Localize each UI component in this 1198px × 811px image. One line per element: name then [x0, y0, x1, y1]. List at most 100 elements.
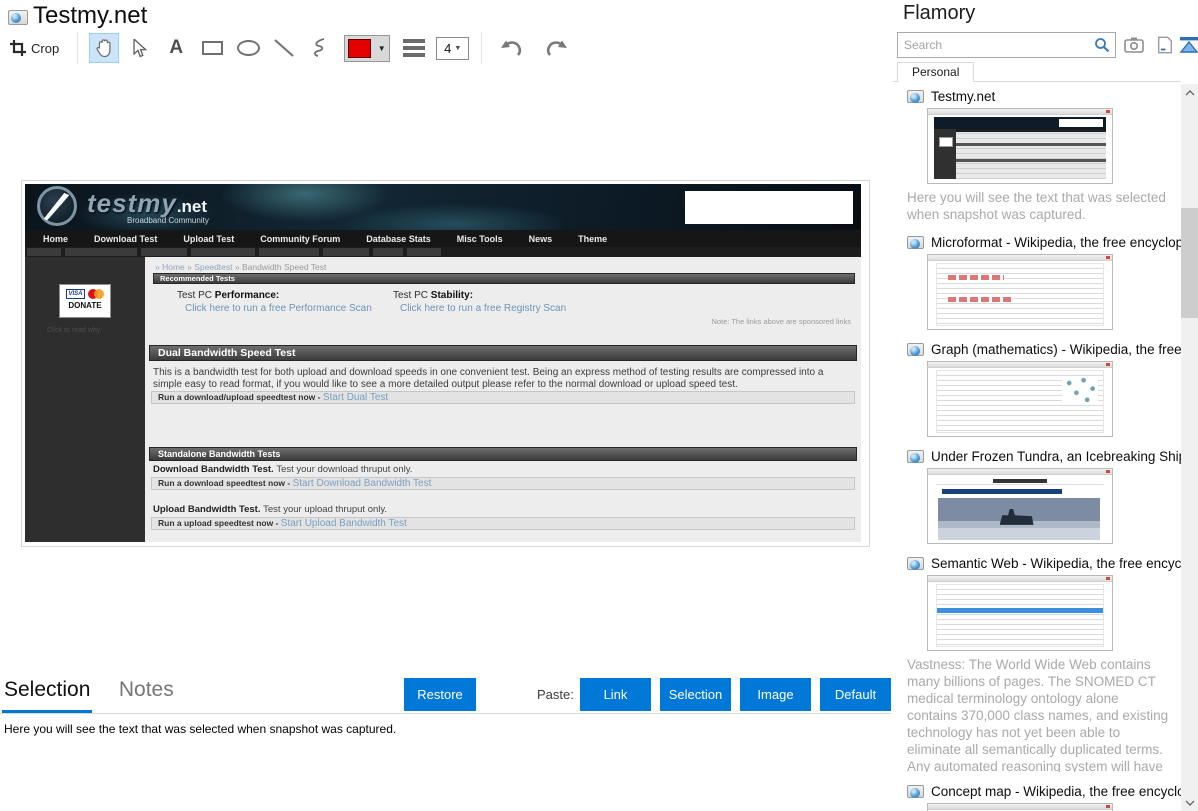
annotation-toolbar: Crop A ▼ 4 ▼ — [8, 30, 574, 66]
thumb-browser-chrome — [928, 804, 1112, 810]
tab-notes[interactable]: Notes — [119, 678, 174, 701]
paste-selection-button[interactable]: Selection — [660, 678, 731, 711]
list-item-title[interactable]: Under Frozen Tundra, an Icebreaking Ship… — [931, 449, 1181, 464]
snapshot-canvas[interactable]: testmy.net Broadband Community Home Down… — [21, 180, 870, 547]
scroll-up-button[interactable] — [1181, 84, 1198, 101]
size-dropdown[interactable]: 4 ▼ — [436, 36, 470, 60]
line-width-icon — [403, 39, 426, 57]
line-width-button[interactable] — [399, 33, 429, 63]
list-item-title[interactable]: Graph (mathematics) - Wikipedia, the fre… — [931, 342, 1181, 357]
flamory-panel: Flamory Personal Testmy.net Here you wil… — [893, 0, 1198, 811]
paste-link-button[interactable]: Link — [580, 678, 651, 711]
restore-button[interactable]: Restore — [404, 678, 476, 711]
tab-selection[interactable]: Selection — [4, 678, 90, 701]
scrollbar-thumb[interactable] — [1181, 208, 1198, 318]
blank-ad-box — [685, 191, 853, 224]
site-nav-news: News — [528, 233, 553, 244]
dual-run-bar: Run a download/upload speedtest now - St… — [151, 391, 855, 404]
scribble-tool-button[interactable] — [305, 33, 335, 63]
ellipse-icon — [236, 40, 260, 56]
site-nav-database-stats: Database Stats — [366, 233, 431, 244]
chevron-down-icon: ▼ — [454, 44, 462, 52]
start-upload-test-link: Start Upload Bandwidth Test — [280, 518, 407, 529]
paste-image-button[interactable]: Image — [740, 678, 811, 711]
text-tool-icon: A — [169, 37, 184, 58]
thumb-browser-chrome — [928, 576, 1112, 582]
thumb-art-detail — [956, 129, 1106, 179]
line-tool-button[interactable] — [269, 33, 299, 63]
list-item-thumbnail[interactable] — [927, 254, 1113, 330]
donate-badge: VISA DONATE — [59, 284, 111, 318]
scribble-icon — [314, 38, 325, 57]
color-picker[interactable]: ▼ — [344, 34, 391, 62]
site-logo: testmy.net Broadband Community — [87, 188, 209, 225]
breadcrumb-current: Bandwidth Speed Test — [241, 262, 327, 272]
start-dual-test-link: Start Dual Test — [322, 392, 389, 403]
ellipse-tool-button[interactable] — [233, 33, 263, 63]
text-tool-button[interactable]: A — [161, 33, 191, 63]
list-item[interactable]: Testmy.net Here you will see the text th… — [907, 86, 1181, 223]
search-box[interactable] — [897, 32, 1116, 58]
scroll-down-button[interactable] — [1181, 794, 1198, 811]
search-icon[interactable] — [1094, 37, 1110, 53]
sponsored-note: Note: The links above are sponsored link… — [711, 317, 851, 326]
breadcrumb: » Home » Speedtest » Bandwidth Speed Tes… — [155, 262, 326, 272]
camera-icon[interactable] — [1124, 36, 1144, 54]
list-item-title[interactable]: Semantic Web - Wikipedia, the free encyc… — [931, 556, 1181, 571]
site-nav-home: Home — [43, 233, 69, 244]
site-nav-theme: Theme — [578, 233, 608, 244]
list-item-snippet: Vastness: The World Wide Web contains ma… — [907, 657, 1169, 772]
site-sidebar: VISA DONATE Click to read why — [25, 257, 145, 542]
hand-icon — [96, 39, 111, 58]
crop-button[interactable]: Crop — [8, 40, 69, 56]
undo-button[interactable] — [497, 33, 527, 63]
tab-personal[interactable]: Personal — [897, 62, 975, 82]
list-item-thumbnail[interactable] — [927, 108, 1113, 184]
list-item[interactable]: Microformat - Wikipedia, the free encycl… — [907, 232, 1181, 330]
list-item[interactable]: Semantic Web - Wikipedia, the free encyc… — [907, 553, 1181, 772]
dual-test-description: This is a bandwidth test for both upload… — [153, 367, 824, 390]
thumb-browser-chrome — [928, 362, 1112, 368]
list-item-thumbnail[interactable] — [927, 468, 1113, 544]
download-test-description: Download Bandwidth Test. Test your downl… — [153, 464, 413, 475]
thumb-art-detail — [948, 297, 1012, 302]
color-swatch — [348, 38, 372, 58]
search-input[interactable] — [898, 38, 1094, 52]
crop-icon — [10, 40, 26, 56]
rectangle-icon — [201, 41, 223, 55]
list-item[interactable]: Concept map - Wikipedia, the free encycl… — [907, 781, 1181, 811]
pan-tool-button[interactable] — [89, 33, 120, 63]
note-page-icon[interactable] — [1155, 36, 1175, 54]
list-item-thumbnail[interactable] — [927, 575, 1113, 651]
upload-run-bar: Run a upload speedtest now - Start Uploa… — [151, 517, 855, 530]
site-nav-download-test: Download Test — [94, 233, 158, 244]
list-item-thumbnail[interactable] — [927, 361, 1113, 437]
perf-label: Test PC Performance: — [177, 290, 280, 301]
select-tool-button[interactable] — [125, 33, 155, 63]
list-item-thumbnail[interactable] — [927, 803, 1113, 811]
list-item-title[interactable]: Concept map - Wikipedia, the free encycl… — [931, 784, 1181, 799]
list-item[interactable]: Graph (mathematics) - Wikipedia, the fre… — [907, 339, 1181, 437]
redo-button[interactable] — [541, 33, 571, 63]
scrollbar[interactable] — [1181, 84, 1198, 811]
site-logo-name: testmy — [87, 188, 177, 218]
list-item-snippet: Here you will see the text that was sele… — [907, 190, 1166, 222]
redo-icon — [547, 40, 568, 56]
paste-default-button[interactable]: Default — [820, 678, 891, 711]
upload-test-description: Upload Bandwidth Test. Test your upload … — [153, 504, 388, 515]
selection-text: Here you will see the text that was sele… — [4, 722, 397, 736]
list-item-title[interactable]: Microformat - Wikipedia, the free encycl… — [931, 235, 1181, 250]
site-nav-community-forum: Community Forum — [260, 233, 341, 244]
thumb-art-detail — [948, 275, 1004, 280]
list-item[interactable]: Under Frozen Tundra, an Icebreaking Ship… — [907, 446, 1181, 544]
undo-icon — [501, 40, 522, 56]
snapshot-icon — [907, 784, 924, 798]
collapse-top-icon[interactable] — [1179, 36, 1198, 54]
rectangle-tool-button[interactable] — [197, 33, 227, 63]
list-item-title[interactable]: Testmy.net — [931, 89, 1181, 104]
stability-label: Test PC Stability: — [393, 290, 474, 301]
chevron-down-icon — [1185, 800, 1194, 806]
chevron-down-icon[interactable]: ▼ — [374, 36, 389, 61]
thumb-art-detail — [942, 489, 1062, 494]
thumb-art-detail — [934, 129, 956, 179]
